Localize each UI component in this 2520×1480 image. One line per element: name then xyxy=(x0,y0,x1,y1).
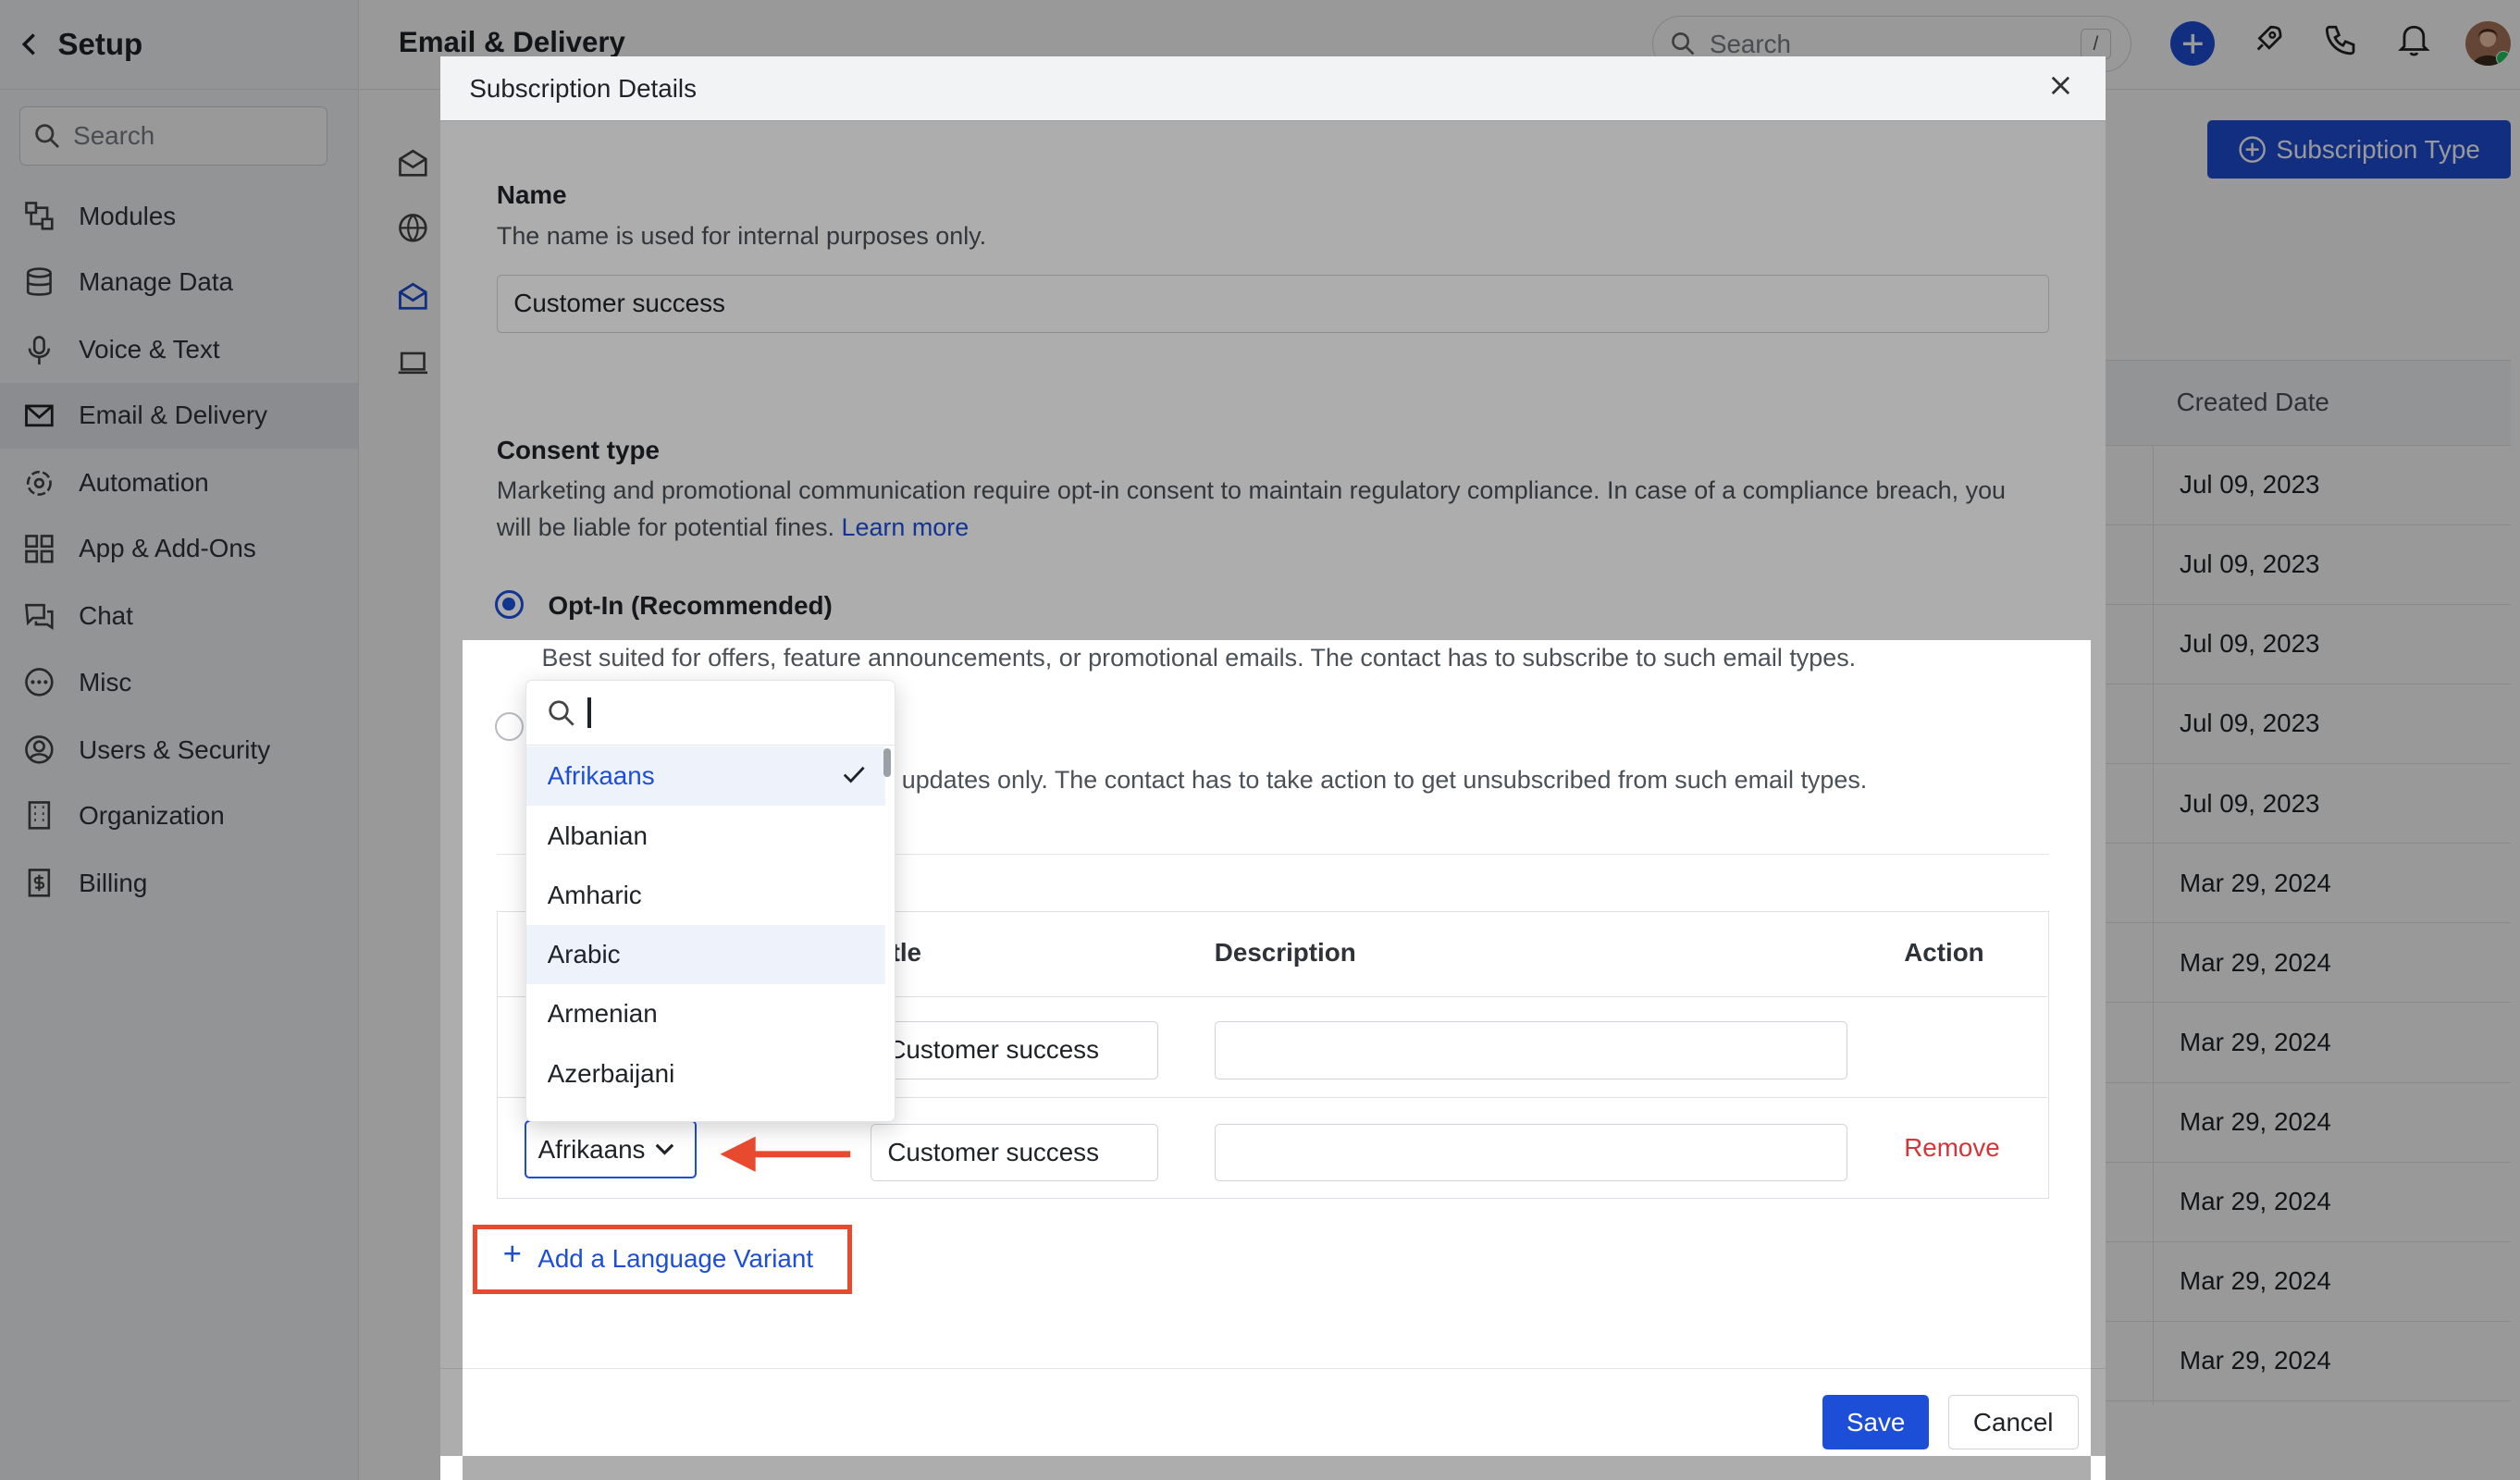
modal-header: Subscription Details xyxy=(440,56,2106,122)
language-option-armenian[interactable]: Armenian xyxy=(526,984,884,1043)
description-input[interactable] xyxy=(1214,1021,1848,1079)
language-option-amharic[interactable]: Amharic xyxy=(526,866,884,925)
description-column-header: Description xyxy=(1214,937,1356,967)
modal-title: Subscription Details xyxy=(469,73,697,103)
cancel-button[interactable]: Cancel xyxy=(1947,1395,2079,1450)
dim-overlay xyxy=(2091,639,2106,1457)
language-dropdown: Afrikaans Albanian Amharic Arabic Armeni… xyxy=(525,679,896,1122)
dim-overlay xyxy=(440,120,2106,640)
language-select-value: Afrikaans xyxy=(537,1134,646,1164)
action-column-header: Action xyxy=(1904,937,1984,967)
dim-overlay xyxy=(440,639,463,1457)
title-column-header: tle xyxy=(891,937,922,967)
annotation-arrow-icon xyxy=(720,1136,851,1172)
language-select[interactable]: Afrikaans xyxy=(525,1120,698,1178)
language-option-azerbaijani[interactable]: Azerbaijani xyxy=(526,1044,884,1104)
language-option-afrikaans[interactable]: Afrikaans xyxy=(526,746,885,807)
check-icon xyxy=(844,766,866,783)
close-icon[interactable] xyxy=(2051,76,2070,95)
chevron-down-icon xyxy=(655,1143,674,1155)
language-option-albanian[interactable]: Albanian xyxy=(526,806,884,865)
language-option-arabic[interactable]: Arabic xyxy=(526,925,885,985)
search-icon xyxy=(548,699,575,727)
optout-radio[interactable] xyxy=(495,711,525,741)
screen: Setup Search Modules Manage Data Voice &… xyxy=(0,0,2520,1480)
add-language-variant-button[interactable]: + Add a Language Variant xyxy=(472,1224,852,1294)
remove-link[interactable]: Remove xyxy=(1904,1133,2000,1163)
description-input[interactable] xyxy=(1214,1123,1848,1182)
save-button[interactable]: Save xyxy=(1822,1395,1929,1450)
plus-icon: + xyxy=(502,1236,522,1272)
title-input[interactable]: Customer success xyxy=(870,1021,1158,1079)
footer-divider xyxy=(440,1367,2106,1370)
optin-description: Best suited for offers, feature announce… xyxy=(541,643,1857,672)
add-language-variant-label: Add a Language Variant xyxy=(537,1244,814,1274)
language-search-input[interactable] xyxy=(526,681,895,746)
text-cursor xyxy=(587,697,591,729)
title-input[interactable]: Customer success xyxy=(870,1123,1158,1182)
scrollbar-thumb[interactable] xyxy=(883,747,892,778)
dim-overlay xyxy=(463,1456,2092,1480)
optout-description: updates only. The contact has to take ac… xyxy=(901,765,1868,794)
